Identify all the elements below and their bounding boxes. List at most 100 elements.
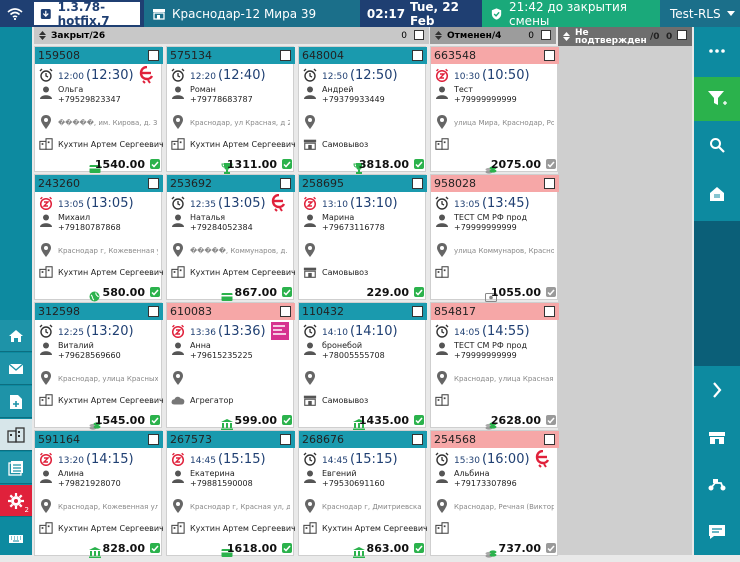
house-icon <box>710 187 724 201</box>
nav-new-order[interactable] <box>0 386 32 418</box>
order-card[interactable]: 267573 14:45 (15:15) Екатерина +79881590008 К… <box>166 430 296 557</box>
order-number: 159508 <box>38 49 80 62</box>
store-button[interactable] <box>694 416 740 460</box>
order-card[interactable]: 268676 14:45 (15:15) Евгений +79530691160 Кра… <box>298 430 428 558</box>
filter-button[interactable] <box>694 77 740 121</box>
alarm-clock-icon <box>303 324 317 338</box>
customer-name: Михаил <box>58 213 91 222</box>
order-checkbox[interactable] <box>148 178 159 189</box>
person-icon <box>436 86 448 99</box>
courier-icon-wrap <box>171 521 185 535</box>
order-checkbox[interactable] <box>280 50 291 61</box>
chat-button[interactable] <box>694 508 740 555</box>
brand-wrap <box>139 65 155 84</box>
courier-icon-wrap <box>171 393 185 407</box>
select-all-checkbox[interactable] <box>541 30 551 40</box>
order-checkbox[interactable] <box>280 306 291 317</box>
courier-name: Кухтин Артем Сергеевич <box>322 524 428 533</box>
order-card[interactable]: 958028 13:05 (13:45) ТЕСТ СМ РФ прод +799999… <box>430 174 559 302</box>
order-checkbox[interactable] <box>412 178 423 189</box>
order-card[interactable]: 159508 12:00 (12:30) Ольга +79529823347 �����… <box>34 46 164 173</box>
order-card[interactable]: 258695 13:10 (13:10) Марина +79673116778 Само… <box>298 174 427 301</box>
order-checkbox[interactable] <box>148 50 159 61</box>
order-checkbox[interactable] <box>544 178 555 189</box>
next-button[interactable] <box>694 366 740 414</box>
order-card-header: 854817 <box>431 303 559 320</box>
order-checkbox[interactable] <box>148 434 159 445</box>
order-time: 14:05 (14:55) <box>454 324 530 339</box>
restaurant-button[interactable] <box>694 169 740 219</box>
spacer-panel <box>694 221 740 366</box>
order-card[interactable]: 253692 12:35 (13:05) Наталья +79284052384 ���… <box>166 174 296 301</box>
chevron-down-icon <box>726 10 735 16</box>
order-card[interactable]: 110432 14:10 (14:10) бронебой +78005555708 Са… <box>298 302 427 430</box>
nav-settings[interactable]: 2 <box>0 485 32 517</box>
order-checkbox[interactable] <box>412 306 423 317</box>
customer-phone: +79173307896 <box>454 479 517 488</box>
order-start-time: 12:25 <box>58 328 84 338</box>
order-number: 610083 <box>170 305 212 318</box>
customer-icon-wrap <box>39 469 53 483</box>
order-time: 12:50 (12:50) <box>322 68 398 83</box>
order-footer: 1055.00 <box>431 285 559 302</box>
order-card[interactable]: 663548 10:30 (10:50) Тест +79999999999 улица … <box>430 46 559 174</box>
order-footer: 229.00 <box>299 285 427 301</box>
store-selector[interactable]: Краснодар-12 Мира 39 <box>144 0 360 27</box>
order-card[interactable]: 312598 12:25 (13:20) Виталий +79628569660 Кра… <box>34 302 164 430</box>
order-card[interactable]: 854817 14:05 (14:55) ТЕСТ СМ РФ прод +799999… <box>430 302 559 430</box>
location-pin-icon <box>437 115 447 129</box>
courier-building-icon <box>171 266 185 278</box>
shift-timer[interactable]: 21:42 до закрытия смены <box>482 0 660 28</box>
order-checkbox[interactable] <box>544 306 555 317</box>
timer-z-icon <box>39 452 53 466</box>
order-checkbox[interactable] <box>148 306 159 317</box>
order-eta: (13:05) <box>85 196 134 211</box>
nav-reports[interactable] <box>0 452 32 484</box>
order-card[interactable]: 575134 12:20 (12:40) Роман +79778683787 Красн… <box>166 46 296 174</box>
column-title: Не подтвержден <box>575 27 647 46</box>
card-payment-icon <box>221 293 233 301</box>
order-checkbox[interactable] <box>412 434 423 445</box>
order-checkbox[interactable] <box>280 178 291 189</box>
courier-icon-wrap <box>39 265 53 279</box>
orders-building-icon <box>7 426 25 443</box>
select-all-checkbox[interactable] <box>414 30 424 40</box>
column-header-cancelled[interactable]: Отменен/4 0 <box>430 27 556 44</box>
order-card[interactable]: 610083 13:36 (13:36) Анна +79615235225 Агрега… <box>166 302 295 430</box>
order-number: 854817 <box>434 305 476 318</box>
order-checkbox[interactable] <box>412 50 423 61</box>
customer-icon-wrap <box>303 469 317 483</box>
order-card[interactable]: 648004 12:50 (12:50) Андрей +79379933449 Само… <box>298 46 427 174</box>
select-all-checkbox[interactable] <box>677 30 687 40</box>
delivery-address: Краснодар, ул Красная, д 25/ <box>190 119 290 127</box>
order-checkbox[interactable] <box>544 50 555 61</box>
clock-date: Tue, 22 Feb <box>410 0 482 28</box>
nav-messages[interactable] <box>0 353 32 385</box>
order-card[interactable]: 243260 13:05 (13:05) Михаил +79180787868 Крас… <box>34 174 164 302</box>
user-menu[interactable]: Test-RLS <box>660 0 740 27</box>
order-checkbox[interactable] <box>544 434 555 445</box>
nav-home[interactable] <box>0 320 32 352</box>
order-card[interactable]: 591164 13:20 (14:15) Алина +79821928070 Красн… <box>34 430 164 558</box>
order-checkbox[interactable] <box>280 434 291 445</box>
order-card[interactable]: 254568 15:30 (16:00) Альбина +79173307896 Кра… <box>430 430 559 558</box>
nav-orders[interactable] <box>0 419 32 451</box>
nav-keyboard[interactable] <box>0 523 32 555</box>
column-count: 0 <box>528 30 534 41</box>
courier-name: Самовывоз <box>322 268 369 277</box>
search-button[interactable] <box>694 123 740 167</box>
courier-button[interactable] <box>694 462 740 506</box>
column-header-closed[interactable]: Закрыт/26 0 <box>34 27 429 44</box>
customer-phone: +79628569660 <box>58 351 121 360</box>
person-icon <box>40 214 52 227</box>
address-icon-wrap <box>39 115 53 129</box>
order-number: 591164 <box>38 433 80 446</box>
order-footer: 580.00 <box>35 285 163 302</box>
column-header-unconfirmed[interactable]: Не подтвержден /0 0 <box>558 27 692 46</box>
courier-name: Кухтин Артем Сергеевич <box>190 268 296 277</box>
person-icon <box>304 86 316 99</box>
more-button[interactable] <box>694 27 740 75</box>
list-icon <box>8 460 23 476</box>
version-badge[interactable]: 1.3.78-hotfix.7 <box>32 0 142 28</box>
more-dots-icon <box>709 49 725 53</box>
